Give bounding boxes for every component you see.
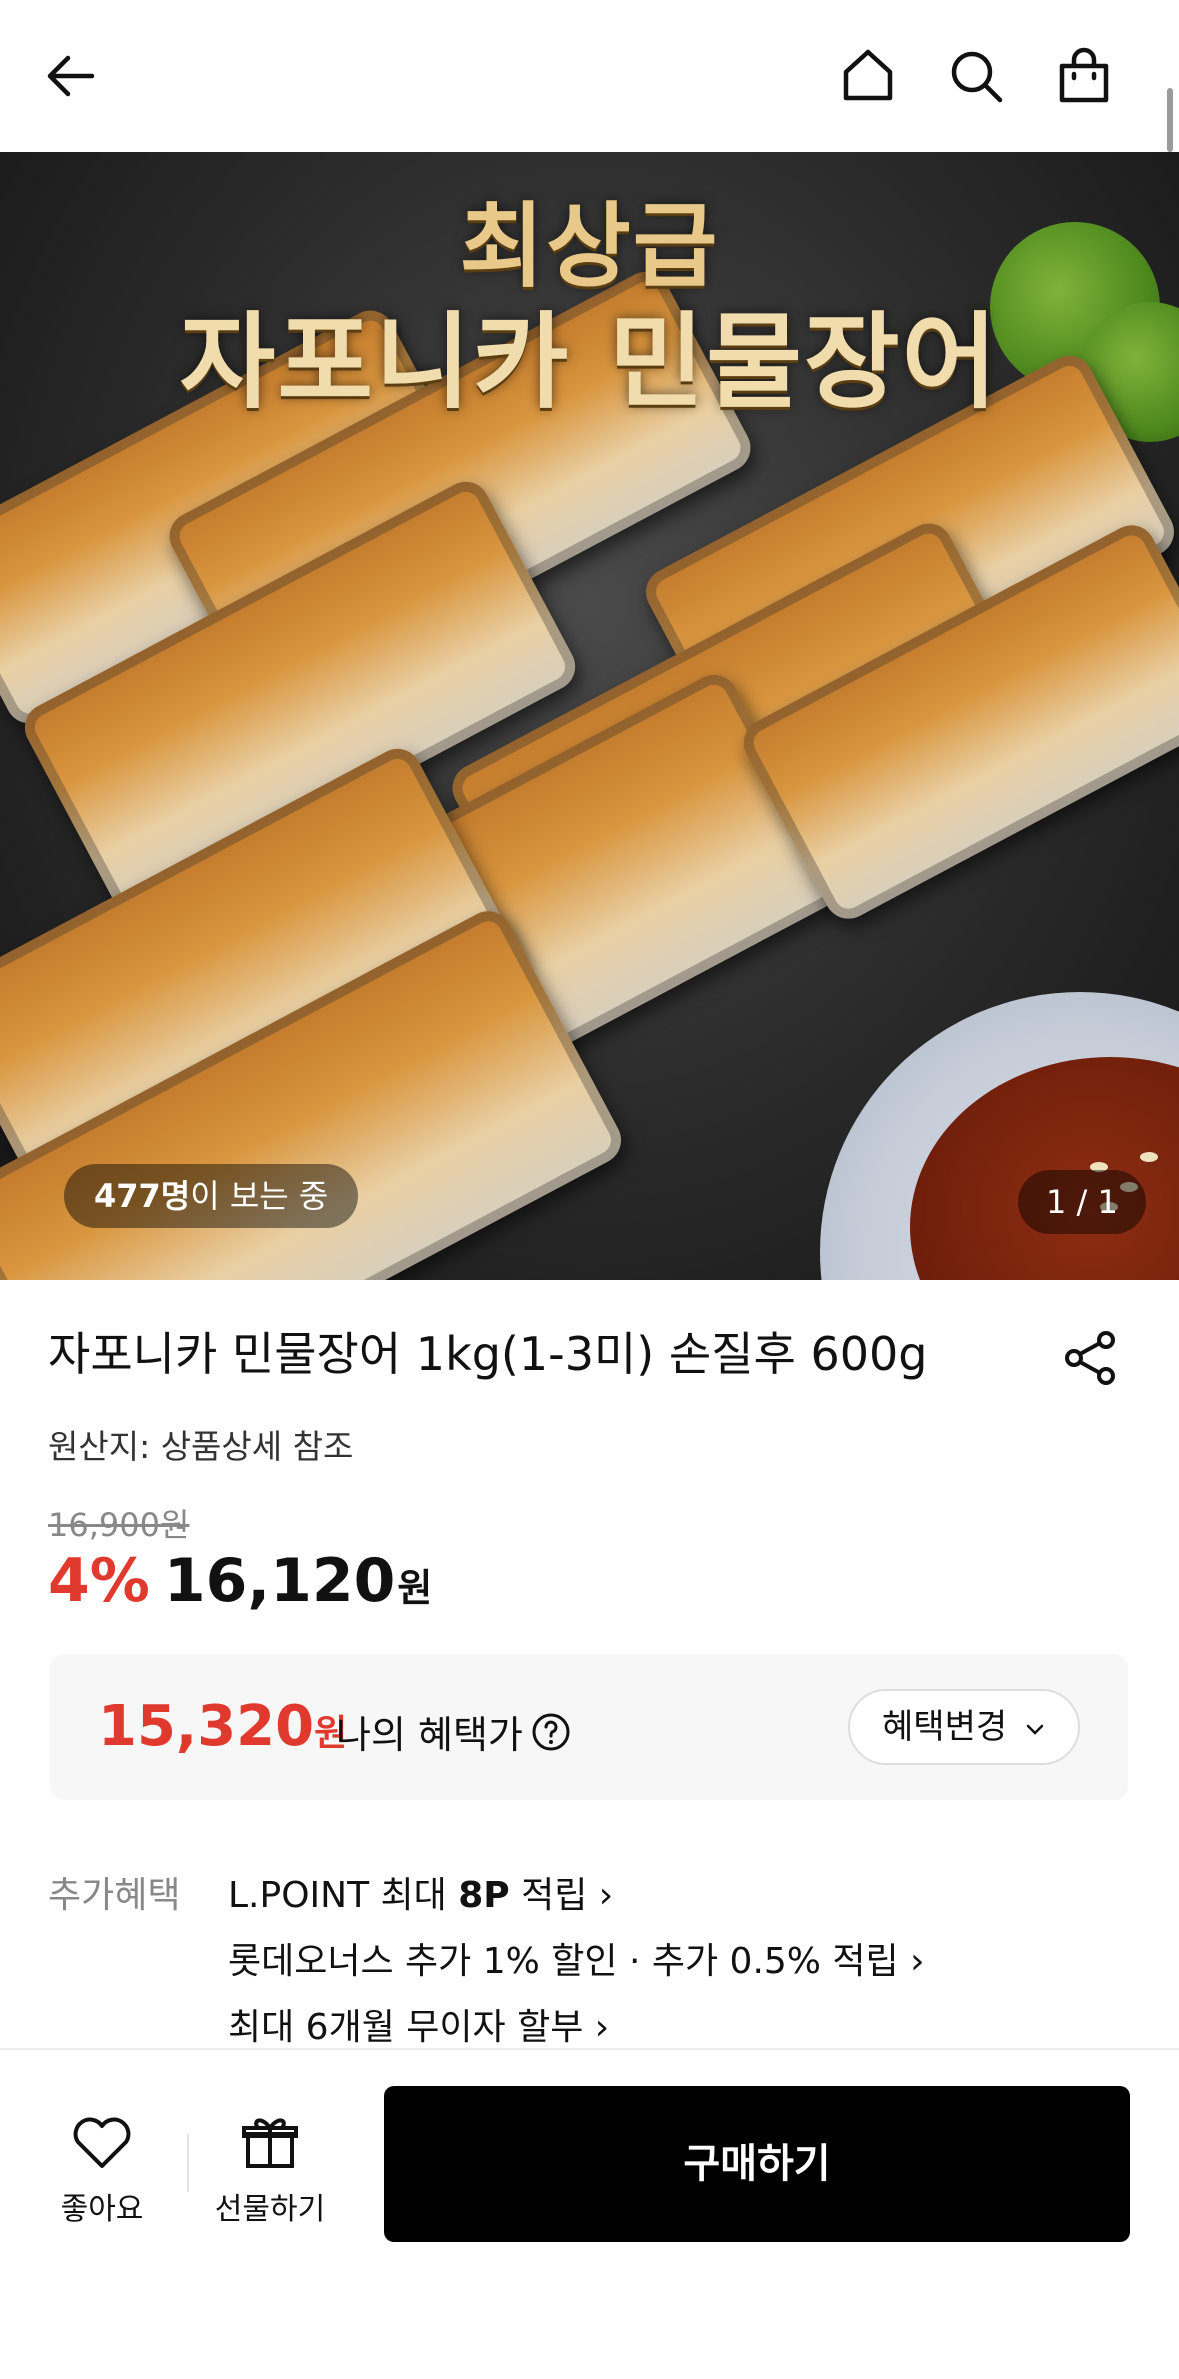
product-image-carousel[interactable]: 최상급 자포니카 민물장어 477명이 보는 중 1 / 1 — [0, 152, 1179, 1280]
lpoint-prefix: L.POINT 최대 — [228, 1875, 459, 1916]
discount-rate: 4% — [48, 1546, 150, 1616]
share-icon — [1065, 1331, 1115, 1385]
origin-info: 원산지: 상품상세 참조 — [48, 1427, 354, 1466]
lotte-owners-benefit-link[interactable]: 롯데오너스 추가 1% 할인 · 추가 0.5% 적립 › — [228, 1932, 925, 1984]
divider — [187, 2134, 189, 2192]
price-row: 4% 16,120 원 — [48, 1546, 432, 1616]
share-button[interactable] — [1060, 1328, 1124, 1392]
benefit-change-label: 혜택변경 — [882, 1707, 1008, 1747]
viewers-count: 477명 — [94, 1177, 191, 1215]
viewers-badge: 477명이 보는 중 — [64, 1164, 359, 1228]
extra-benefits-label: 추가혜택 — [48, 1875, 181, 1916]
top-nav-bar — [0, 0, 1179, 152]
viewers-suffix: 이 보는 중 — [190, 1177, 329, 1215]
benefit-label: 나의 혜택가 — [336, 1704, 571, 1759]
cart-button[interactable] — [1048, 40, 1120, 112]
gift-label: 선물하기 — [214, 2192, 326, 2227]
benefit-label-text: 나의 혜택가 — [336, 1713, 523, 1757]
original-price: 16,900원 — [48, 1506, 190, 1544]
heart-icon — [73, 2117, 131, 2168]
bottom-action-bar: 좋아요 선물하기 구매하기 — [0, 2048, 1179, 2379]
home-icon — [843, 49, 893, 101]
benefit-price-value: 15,320 — [98, 1694, 315, 1759]
product-title: 자포니카 민물장어 1kg(1-3미) 손질후 600g — [48, 1327, 928, 1381]
gift-button[interactable]: 선물하기 — [200, 2114, 340, 2228]
installment-benefit-link[interactable]: 최대 6개월 무이자 할부 › — [228, 1998, 609, 2050]
benefit-price: 15,320원 — [98, 1694, 347, 1759]
search-button[interactable] — [940, 40, 1012, 112]
sale-price: 16,120 — [163, 1546, 396, 1616]
question-circle-icon[interactable] — [531, 1712, 571, 1752]
lpoint-suffix: 적립 › — [509, 1875, 614, 1916]
back-button[interactable] — [36, 40, 108, 112]
scrollbar[interactable] — [1167, 88, 1173, 152]
gift-icon — [242, 2118, 298, 2168]
chevron-down-icon — [1026, 1724, 1044, 1735]
shopping-bag-icon — [1059, 47, 1109, 103]
arrow-left-icon — [47, 55, 95, 97]
search-icon — [951, 51, 1003, 103]
benefit-change-button[interactable]: 혜택변경 — [848, 1689, 1080, 1765]
price-unit: 원 — [397, 1566, 433, 1610]
home-button[interactable] — [832, 40, 904, 112]
buy-button[interactable]: 구매하기 — [384, 2086, 1130, 2242]
my-benefit-price-box: 15,320원 나의 혜택가 혜택변경 — [50, 1654, 1128, 1800]
hero-headline-line2: 자포니카 민물장어 — [179, 301, 1000, 423]
like-label: 좋아요 — [60, 2192, 144, 2227]
like-button[interactable]: 좋아요 — [32, 2114, 172, 2228]
lpoint-benefit-link[interactable]: L.POINT 최대 8P 적립 › — [228, 1866, 613, 1918]
lpoint-amount: 8P — [458, 1875, 510, 1916]
image-pager: 1 / 1 — [1018, 1170, 1146, 1234]
sesame-seed — [1140, 1152, 1158, 1162]
